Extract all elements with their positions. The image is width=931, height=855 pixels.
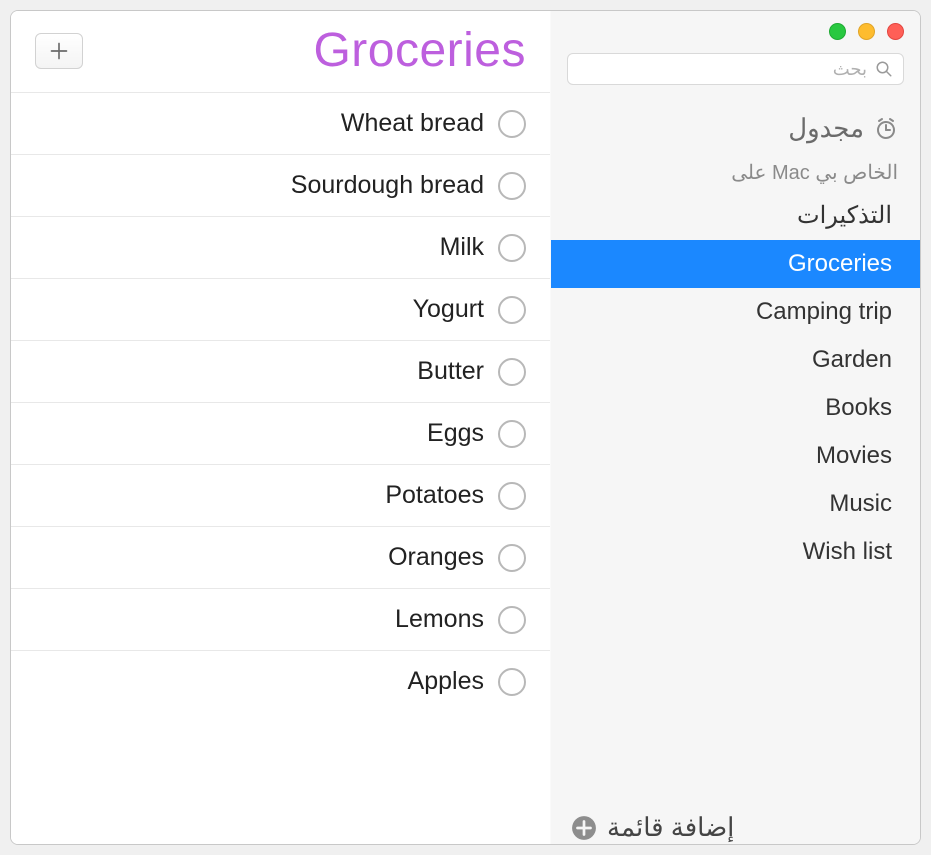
search-input[interactable] <box>578 59 867 80</box>
sidebar-item[interactable]: Garden <box>551 336 920 384</box>
reminder-checkbox[interactable] <box>498 110 526 138</box>
window-controls <box>829 23 904 40</box>
sidebar-item[interactable]: Music <box>551 480 920 528</box>
sidebar-item-label: Wish list <box>803 538 892 565</box>
sidebar-item-label: Camping trip <box>756 298 892 325</box>
account-label: الخاص بي Mac على <box>551 154 920 191</box>
reminder-row[interactable]: Butter <box>11 341 550 403</box>
sidebar-item[interactable]: Wish list <box>551 528 920 576</box>
sidebar-item-label: Music <box>829 490 892 517</box>
plus-icon <box>49 41 69 61</box>
reminder-row[interactable]: Potatoes <box>11 465 550 527</box>
reminder-checkbox[interactable] <box>498 668 526 696</box>
maximize-button[interactable] <box>829 23 846 40</box>
reminder-row[interactable]: Oranges <box>11 527 550 589</box>
search-field[interactable] <box>567 53 904 85</box>
scheduled-section[interactable]: مجدول <box>551 95 920 154</box>
sidebar-item-label: Groceries <box>788 250 892 277</box>
reminder-text: Oranges <box>388 543 484 572</box>
sidebar-item-label: Movies <box>816 442 892 469</box>
reminder-row[interactable]: Milk <box>11 217 550 279</box>
reminder-checkbox[interactable] <box>498 234 526 262</box>
list-title: Groceries <box>313 23 526 78</box>
search-icon <box>875 60 893 78</box>
minimize-button[interactable] <box>858 23 875 40</box>
reminders-list: Wheat bread Sourdough bread Milk Yogurt Butt… <box>11 92 550 712</box>
reminder-checkbox[interactable] <box>498 420 526 448</box>
close-button[interactable] <box>887 23 904 40</box>
add-list-button[interactable]: إضافة قائمة <box>551 798 920 844</box>
content-pane: Groceries Wheat bread Sourdough bread Milk… <box>11 11 550 844</box>
reminder-checkbox[interactable] <box>498 296 526 324</box>
reminder-text: Yogurt <box>413 295 484 324</box>
reminder-row[interactable]: Yogurt <box>11 279 550 341</box>
reminder-text: Sourdough bread <box>291 171 484 200</box>
reminder-text: Eggs <box>427 419 484 448</box>
reminder-checkbox[interactable] <box>498 606 526 634</box>
sidebar-item[interactable]: التذكيرات <box>551 191 920 240</box>
list-nav: التذكيرات Groceries Camping trip Garden Book… <box>551 191 920 576</box>
reminder-text: Apples <box>408 667 484 696</box>
content-header: Groceries <box>11 23 550 82</box>
add-list-label: إضافة قائمة <box>607 812 734 843</box>
scheduled-label: مجدول <box>788 113 864 144</box>
plus-circle-icon <box>571 815 597 841</box>
reminder-text: Lemons <box>395 605 484 634</box>
sidebar-item-label: التذكيرات <box>797 202 892 229</box>
clock-icon <box>874 117 898 141</box>
add-reminder-button[interactable] <box>35 33 83 69</box>
reminder-row[interactable]: Sourdough bread <box>11 155 550 217</box>
sidebar-item-label: Books <box>825 394 892 421</box>
reminder-checkbox[interactable] <box>498 544 526 572</box>
reminder-checkbox[interactable] <box>498 172 526 200</box>
reminder-checkbox[interactable] <box>498 482 526 510</box>
sidebar-item[interactable]: Movies <box>551 432 920 480</box>
reminder-text: Milk <box>440 233 484 262</box>
reminder-text: Wheat bread <box>341 109 484 138</box>
sidebar-item[interactable]: Groceries <box>551 240 920 288</box>
sidebar-item[interactable]: Books <box>551 384 920 432</box>
reminder-row[interactable]: Apples <box>11 651 550 712</box>
reminder-checkbox[interactable] <box>498 358 526 386</box>
reminder-text: Butter <box>417 357 484 386</box>
sidebar: مجدول الخاص بي Mac على التذكيرات Grocerie… <box>550 11 920 844</box>
sidebar-item[interactable]: Camping trip <box>551 288 920 336</box>
reminder-row[interactable]: Eggs <box>11 403 550 465</box>
reminder-text: Potatoes <box>385 481 484 510</box>
reminder-row[interactable]: Wheat bread <box>11 93 550 155</box>
sidebar-item-label: Garden <box>812 346 892 373</box>
app-window: مجدول الخاص بي Mac على التذكيرات Grocerie… <box>10 10 921 845</box>
reminder-row[interactable]: Lemons <box>11 589 550 651</box>
